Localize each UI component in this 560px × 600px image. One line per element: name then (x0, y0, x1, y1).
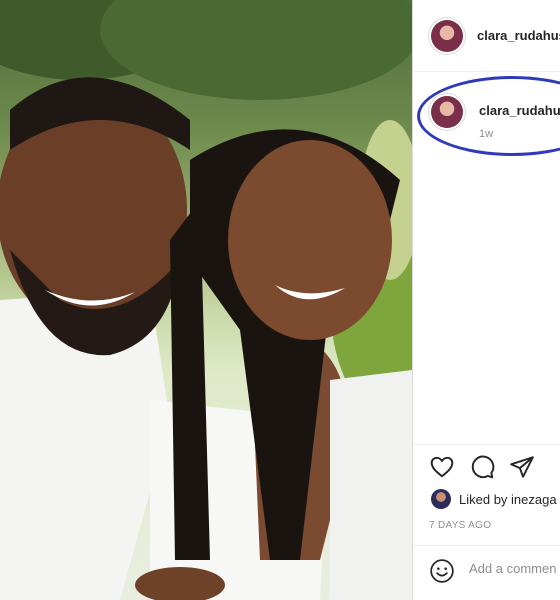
paper-plane-icon[interactable] (509, 454, 535, 480)
caption-time-ago: 1w (479, 128, 494, 140)
post-sidebar: clara_rudahus clara_rudahu 1w Liked by i… (412, 0, 560, 600)
liked-by-text[interactable]: Liked by inezaga (459, 492, 557, 507)
comment-divider (413, 545, 560, 546)
author-avatar[interactable] (431, 20, 463, 52)
liker-avatar[interactable] (431, 489, 451, 509)
author-username[interactable]: clara_rudahus (477, 28, 560, 43)
actions-divider (413, 444, 560, 445)
likes-row: Liked by inezaga (431, 489, 557, 509)
post-date: 7 DAYS AGO (429, 520, 492, 531)
heart-icon[interactable] (429, 454, 455, 480)
action-bar (429, 454, 535, 480)
caption: clara_rudahu (413, 72, 560, 162)
caption-username[interactable]: clara_rudahu (479, 103, 560, 118)
photo-illustration (0, 0, 412, 600)
comment-input[interactable] (469, 561, 560, 576)
smiley-icon[interactable] (429, 558, 455, 584)
comment-bubble-icon[interactable] (469, 454, 495, 480)
caption-avatar[interactable] (431, 96, 463, 128)
post-photo[interactable] (0, 0, 412, 600)
post-header: clara_rudahus (413, 0, 560, 72)
